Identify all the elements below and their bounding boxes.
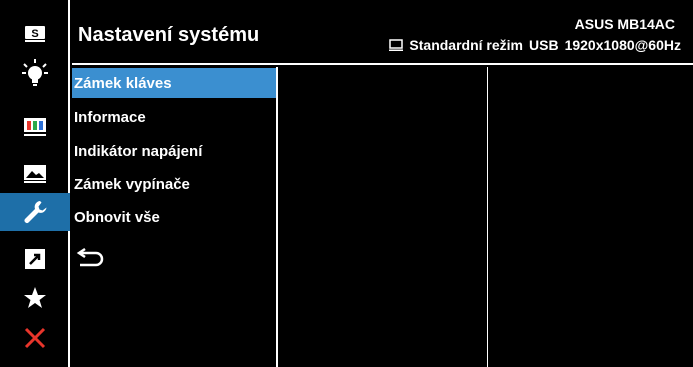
- splendid-icon: S: [25, 26, 45, 42]
- exit-tab[interactable]: [0, 319, 70, 357]
- system-setup-menu: Zámek kláves Informace Indikátor napájen…: [72, 67, 278, 367]
- my-favorite-tab[interactable]: [0, 279, 70, 317]
- monitor-model: ASUS MB14AC: [574, 16, 675, 32]
- menu-item-key-lock[interactable]: Zámek kláves: [72, 68, 276, 98]
- color-icon: [24, 118, 46, 136]
- menu-item-information[interactable]: Informace: [72, 102, 276, 132]
- back-button[interactable]: [76, 245, 116, 271]
- status-row: Standardní režim USB 1920x1080@60Hz: [389, 37, 681, 53]
- menu-item-label: Informace: [74, 108, 146, 126]
- blue-light-filter-icon: [22, 59, 48, 86]
- menu-item-all-reset[interactable]: Obnovit vše: [72, 202, 276, 232]
- monitor-icon: [389, 38, 404, 51]
- value-panel: [489, 67, 693, 367]
- submenu-panel: [280, 67, 488, 367]
- input-source: USB: [529, 37, 559, 53]
- osd-header: Nastavení systému ASUS MB14AC Standardní…: [72, 0, 693, 65]
- category-icon-bar: S: [0, 0, 70, 367]
- color-tab[interactable]: [0, 108, 70, 146]
- shortcut-tab[interactable]: [0, 240, 70, 278]
- shortcut-icon: [25, 249, 45, 269]
- image-icon: [24, 165, 46, 183]
- current-mode: Standardní režim: [409, 37, 524, 53]
- svg-text:S: S: [31, 28, 38, 40]
- osd-menu: S Nastavení systému ASUS MB14AC Standard…: [0, 0, 693, 367]
- system-setup-icon: [24, 201, 47, 223]
- menu-item-label: Zámek kláves: [74, 74, 172, 92]
- page-title: Nastavení systému: [78, 24, 260, 46]
- my-favorite-icon: [24, 287, 46, 308]
- blue-light-filter-tab[interactable]: [0, 54, 70, 92]
- menu-item-power-key-lock[interactable]: Zámek vypínače: [72, 169, 276, 199]
- menu-item-label: Indikátor napájení: [74, 142, 203, 160]
- menu-item-power-indicator[interactable]: Indikátor napájení: [72, 136, 276, 166]
- menu-item-label: Zámek vypínače: [74, 175, 190, 193]
- exit-icon: [24, 327, 46, 349]
- splendid-tab[interactable]: S: [0, 15, 70, 53]
- image-tab[interactable]: [0, 155, 70, 193]
- system-setup-tab[interactable]: [0, 193, 70, 231]
- resolution: 1920x1080@60Hz: [564, 37, 681, 53]
- back-arrow-icon: [76, 247, 104, 267]
- menu-item-label: Obnovit vše: [74, 208, 160, 226]
